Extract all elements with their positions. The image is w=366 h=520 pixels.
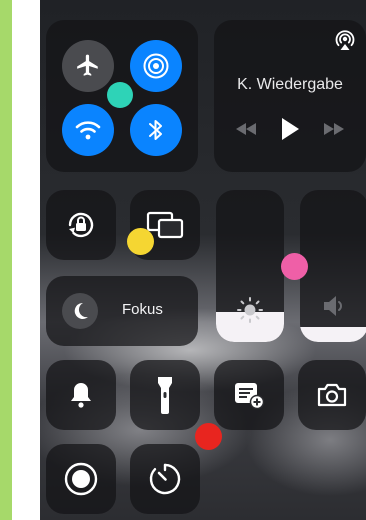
flashlight-button[interactable] (130, 360, 200, 430)
marker-yellow (127, 228, 154, 255)
note-add-icon (235, 383, 265, 410)
silent-mode-button[interactable] (46, 360, 116, 430)
side-color-strip (0, 0, 12, 520)
wifi-icon (75, 121, 101, 140)
rewind-icon (236, 123, 257, 135)
airdrop-toggle[interactable] (130, 40, 182, 92)
flashlight-icon (158, 377, 172, 414)
rewind-button[interactable] (234, 121, 258, 142)
fast-forward-button[interactable] (322, 121, 346, 142)
media-module: K. Wiedergabe (214, 20, 366, 172)
speaker-icon (324, 296, 342, 316)
moon-icon (74, 302, 88, 319)
fast-forward-icon (323, 123, 344, 135)
camera-button[interactable] (298, 360, 366, 430)
camera-icon (317, 383, 347, 407)
rotation-lock-icon (68, 212, 94, 238)
brightness-slider[interactable] (216, 190, 284, 342)
timer-button[interactable] (130, 444, 200, 514)
bell-icon (71, 383, 91, 408)
marker-pink (281, 253, 308, 280)
marker-teal (107, 82, 133, 108)
playback-controls (214, 116, 366, 147)
wifi-toggle[interactable] (62, 104, 114, 156)
bluetooth-toggle[interactable] (130, 104, 182, 156)
focus-button[interactable]: Fokus (46, 276, 198, 346)
sun-icon (237, 297, 263, 323)
airplay-icon (335, 30, 355, 50)
play-icon (281, 118, 299, 140)
play-button[interactable] (279, 116, 301, 147)
volume-slider[interactable] (300, 190, 366, 342)
rotation-lock-button[interactable] (46, 190, 116, 260)
airplay-button[interactable] (334, 30, 356, 57)
airdrop-icon (143, 53, 169, 79)
volume-level-fill (300, 326, 366, 342)
control-center: K. Wiedergabe Fokus (40, 0, 366, 520)
timer-icon (149, 463, 181, 495)
quick-note-button[interactable] (214, 360, 284, 430)
now-playing-title: K. Wiedergabe (237, 76, 343, 93)
airplane-mode-toggle[interactable] (62, 40, 114, 92)
screen-record-icon (64, 462, 98, 496)
screen-record-button[interactable] (46, 444, 116, 514)
bluetooth-icon (149, 120, 162, 140)
airplane-icon (77, 54, 98, 76)
focus-label: Fokus (122, 301, 163, 318)
focus-moon-badge (62, 293, 98, 329)
